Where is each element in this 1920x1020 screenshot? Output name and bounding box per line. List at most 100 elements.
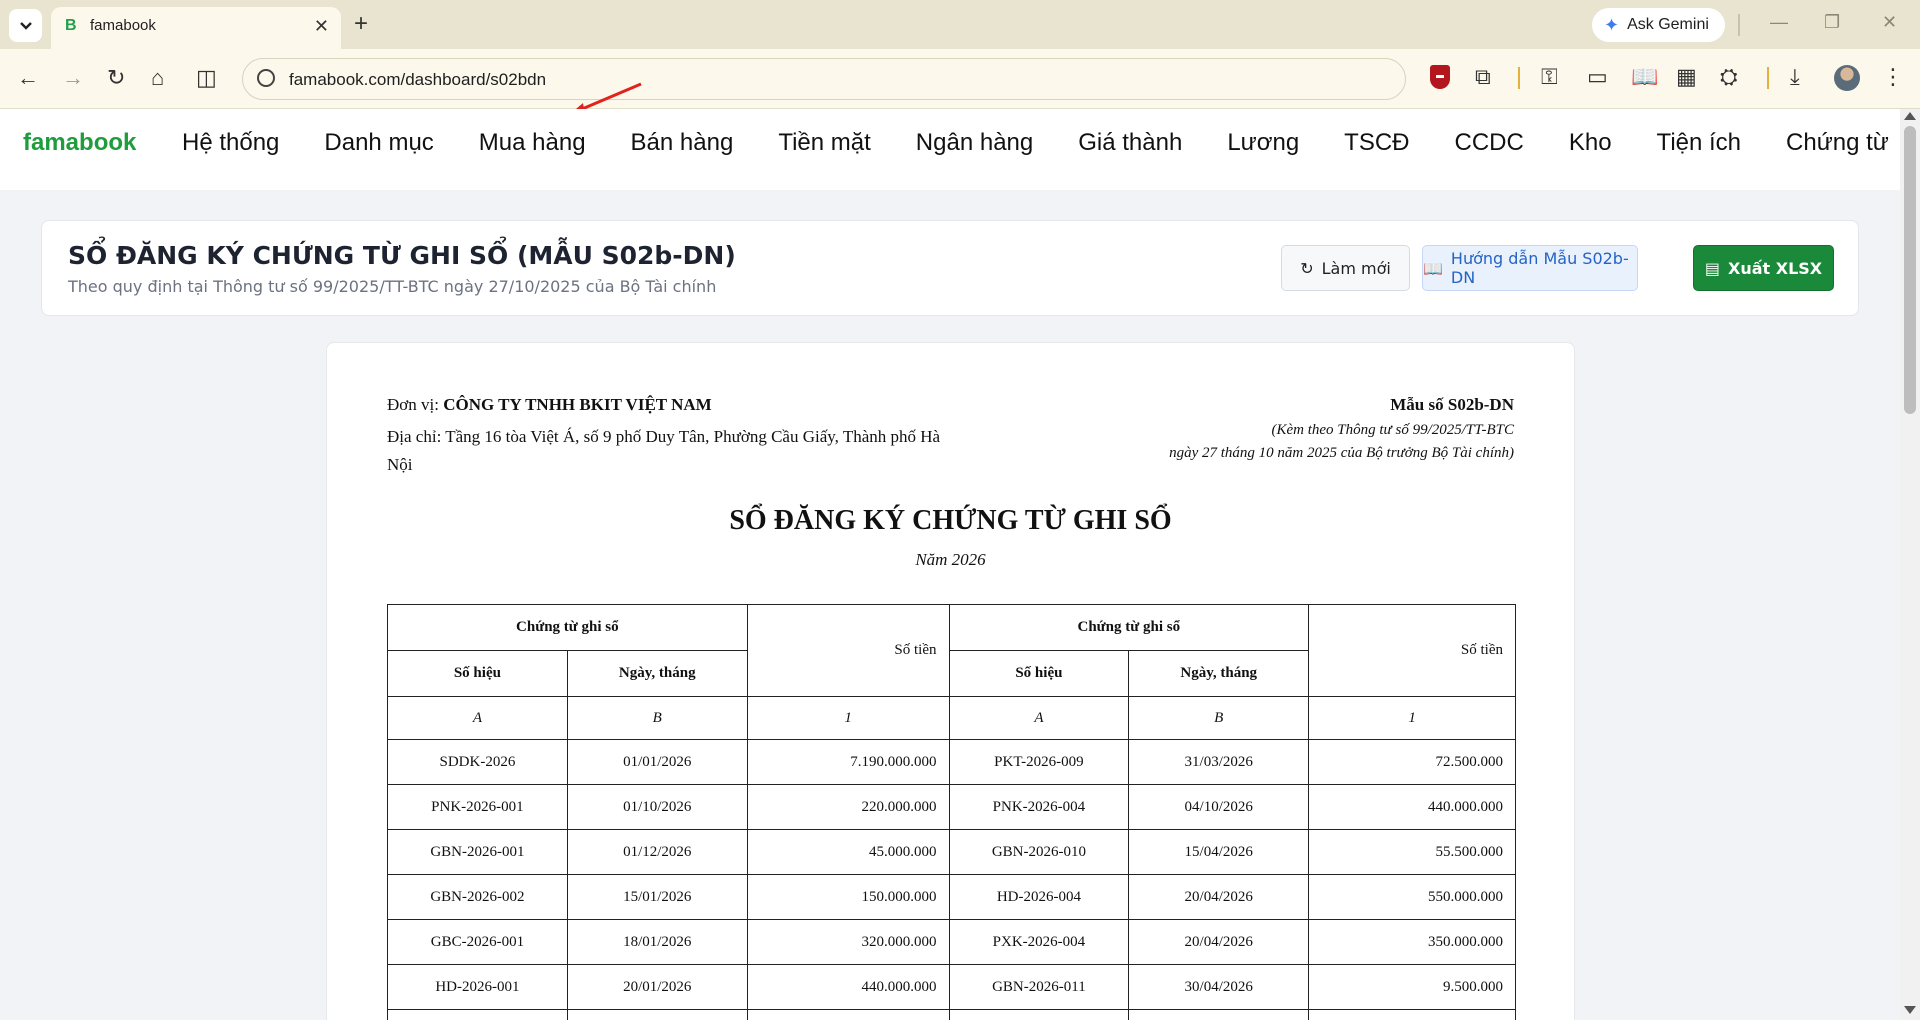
voucher-amount — [746, 1009, 950, 1020]
ask-gemini-button[interactable]: ✦ Ask Gemini — [1592, 8, 1725, 42]
famabook-favicon-icon: B — [65, 17, 77, 34]
book-icon: 📖 — [1423, 258, 1443, 278]
table-row: GBN-2026-002 15/01/2026 150.000.000 HD-2… — [387, 874, 1516, 920]
menu-item-danh-muc[interactable]: Danh mục — [324, 129, 433, 157]
reading-mode-icon[interactable]: 📖 — [1631, 64, 1658, 90]
amount-header-right: Số tiền — [1308, 604, 1516, 697]
table-icon[interactable]: ▦ — [1676, 64, 1697, 90]
scrollbar-thumb[interactable] — [1904, 126, 1916, 414]
address-bar[interactable]: famabook.com/dashboard/s02bdn — [242, 58, 1406, 100]
menu-item-ngan-hang[interactable]: Ngân hàng — [916, 129, 1033, 157]
new-tab-button[interactable]: + — [354, 10, 368, 38]
guide-label: Hướng dẫn Mẫu S02b-DN — [1450, 249, 1629, 287]
brand-logo[interactable]: famabook — [23, 129, 136, 157]
group-header-left: Chứng từ ghi sổ — [387, 604, 748, 651]
voucher-amount: 320.000.000 — [746, 919, 950, 965]
voucher-date: 20/01/2026 — [566, 964, 748, 1010]
menu-item-he-thong[interactable]: Hệ thống — [182, 129, 279, 157]
incognito-icon[interactable]: ⛭ — [1720, 64, 1738, 90]
reload-icon[interactable]: ↻ — [107, 65, 125, 91]
menu-item-kho[interactable]: Kho — [1569, 129, 1612, 157]
voucher-amount: 45.000.000 — [746, 829, 950, 875]
voucher-date: 15/01/2026 — [566, 874, 748, 920]
window-close-icon[interactable]: ✕ — [1882, 12, 1897, 33]
voucher-no: PNK-2026-004 — [948, 784, 1130, 830]
shield-extension-icon[interactable] — [1430, 65, 1450, 89]
refresh-label: Làm mới — [1321, 258, 1391, 278]
menu-item-ccdc[interactable]: CCDC — [1455, 129, 1524, 157]
menu-item-gia-thanh[interactable]: Giá thành — [1078, 129, 1182, 157]
voucher-date: 01/10/2026 — [566, 784, 748, 830]
chevron-down-icon — [19, 21, 32, 30]
unit-line: Đơn vị: CÔNG TY TNHH BKIT VIỆT NAM — [387, 395, 712, 415]
index-cell: A — [387, 696, 568, 740]
form-note-2: ngày 27 tháng 10 năm 2025 của Bộ trưởng … — [1169, 445, 1514, 461]
home-icon[interactable]: ⌂ — [151, 65, 164, 91]
table-row — [387, 1009, 1516, 1020]
voucher-no — [387, 1009, 568, 1020]
voucher-date: 30/04/2026 — [1128, 964, 1310, 1010]
voucher-no: GBN-2026-011 — [948, 964, 1130, 1010]
voucher-no — [948, 1009, 1130, 1020]
report-header-card: SỔ ĐĂNG KÝ CHỨNG TỪ GHI SỔ (MẪU S02b-DN)… — [41, 220, 1859, 316]
minimize-icon[interactable]: — — [1770, 12, 1788, 33]
password-key-icon[interactable]: ⚿ — [1541, 64, 1558, 90]
back-arrow-icon[interactable]: ← — [17, 65, 39, 91]
profile-avatar[interactable] — [1834, 65, 1860, 91]
menu-item-luong[interactable]: Lương — [1227, 129, 1299, 157]
divider — [1738, 14, 1740, 36]
voucher-date: 04/10/2026 — [1128, 784, 1310, 830]
scroll-up-arrow-icon[interactable] — [1904, 112, 1916, 120]
amount-header-left: Số tiền — [746, 604, 950, 697]
menu-item-ban-hang[interactable]: Bán hàng — [631, 129, 734, 157]
voucher-date: 20/04/2026 — [1128, 919, 1310, 965]
index-cell: 1 — [746, 696, 950, 740]
scroll-down-arrow-icon[interactable] — [1904, 1006, 1916, 1014]
voucher-no: PKT-2026-009 — [948, 739, 1130, 785]
browser-tabstrip: B famabook ✕ + ✦ Ask Gemini — ❐ ✕ — [0, 0, 1920, 49]
voucher-no: PNK-2026-001 — [387, 784, 568, 830]
voucher-date: 18/01/2026 — [566, 919, 748, 965]
browser-tab[interactable]: B famabook ✕ — [51, 7, 341, 49]
col-header-date: Ngày, tháng — [1128, 650, 1310, 697]
more-menu-icon[interactable]: ⋮ — [1882, 64, 1904, 90]
table-row: GBC-2026-001 18/01/2026 320.000.000 PXK-… — [387, 919, 1516, 965]
voucher-amount: 550.000.000 — [1308, 874, 1516, 920]
download-icon[interactable]: ⤓ — [1790, 64, 1800, 90]
gemini-spark-icon: ✦ — [1604, 14, 1620, 35]
menu-item-chung-tu[interactable]: Chứng từ — [1786, 129, 1889, 157]
voucher-no: GBN-2026-010 — [948, 829, 1130, 875]
index-cell: A — [948, 696, 1130, 740]
table-row: PNK-2026-001 01/10/2026 220.000.000 PNK-… — [387, 784, 1516, 830]
menu-item-tien-ich[interactable]: Tiện ích — [1657, 129, 1741, 157]
menu-item-mua-hang[interactable]: Mua hàng — [479, 129, 586, 157]
voucher-no: GBC-2026-001 — [387, 919, 568, 965]
export-label: Xuất XLSX — [1727, 258, 1823, 278]
close-icon[interactable]: ✕ — [314, 16, 329, 37]
voucher-no: HD-2026-001 — [387, 964, 568, 1010]
excel-file-icon: ▤ — [1704, 258, 1720, 278]
voucher-amount: 7.190.000.000 — [746, 739, 950, 785]
divider — [1767, 67, 1769, 89]
menu-item-tien-mat[interactable]: Tiền mặt — [778, 129, 870, 157]
site-info-icon[interactable] — [257, 69, 275, 87]
url-text[interactable]: famabook.com/dashboard/s02bdn — [289, 70, 546, 90]
tab-search-button[interactable] — [9, 9, 42, 42]
split-view-icon[interactable]: ◫ — [196, 65, 217, 91]
guide-button[interactable]: 📖 Hướng dẫn Mẫu S02b-DN — [1422, 245, 1638, 291]
refresh-button[interactable]: ↻ Làm mới — [1281, 245, 1410, 291]
table-row: SDDK-2026 01/01/2026 7.190.000.000 PKT-2… — [387, 739, 1516, 785]
extensions-puzzle-icon[interactable]: ⧉ — [1475, 64, 1491, 90]
divider — [1518, 67, 1520, 89]
voucher-date — [1128, 1009, 1310, 1020]
restore-icon[interactable]: ❐ — [1824, 12, 1840, 33]
voucher-amount — [1308, 1009, 1516, 1020]
menu-item-tscd[interactable]: TSCĐ — [1344, 129, 1409, 157]
forward-arrow-icon[interactable]: → — [62, 65, 84, 91]
table-row: HD-2026-001 20/01/2026 440.000.000 GBN-2… — [387, 964, 1516, 1010]
voucher-amount: 150.000.000 — [746, 874, 950, 920]
export-xlsx-button[interactable]: ▤ Xuất XLSX — [1693, 245, 1834, 291]
voucher-date — [566, 1009, 748, 1020]
index-cell: B — [566, 696, 748, 740]
payment-card-icon[interactable]: ▭ — [1587, 64, 1608, 90]
